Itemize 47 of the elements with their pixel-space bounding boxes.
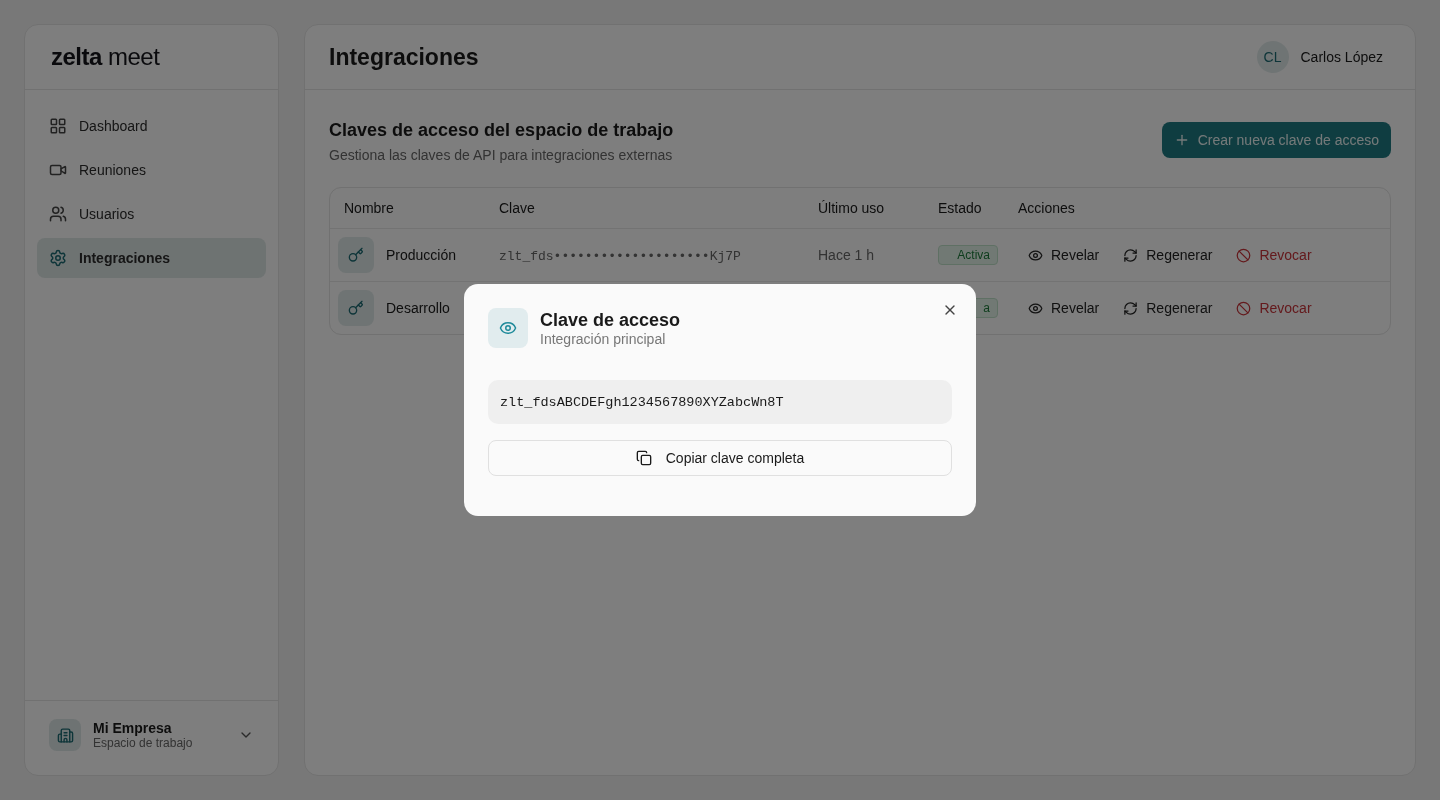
regenerate-button[interactable]: Regenerar [1123, 247, 1213, 263]
reveal-button[interactable]: Revelar [1028, 247, 1100, 263]
users-icon [49, 205, 67, 223]
masked-key: zlt_fds••••••••••••••••••••Kj7P [499, 249, 741, 264]
column-header: Último uso [818, 200, 886, 216]
create-key-button[interactable]: Crear nueva clave de acceso [1161, 122, 1391, 158]
user-avatar[interactable]: CL [1256, 41, 1289, 73]
sidebar-item[interactable]: Dashboard [37, 106, 266, 146]
column-header: Acciones [1018, 200, 1076, 216]
eye-icon [1028, 300, 1043, 316]
workspace-name: Mi Empresa [93, 720, 173, 736]
revoke-button[interactable]: Revocar [1236, 300, 1312, 316]
key-name: Desarrollo [386, 300, 450, 316]
eye-icon [488, 308, 528, 348]
key-icon [338, 290, 374, 326]
ban-icon [1236, 300, 1252, 316]
grid-icon [49, 117, 67, 135]
last-used: Hace 1 h [818, 247, 875, 263]
regenerate-button[interactable]: Regenerar [1123, 300, 1213, 316]
column-header: Clave [499, 200, 536, 216]
user-name: Carlos López [1300, 49, 1383, 65]
column-header: Nombre [344, 200, 395, 216]
sidebar-item[interactable]: Reuniones [37, 150, 266, 190]
page-title: Integraciones [329, 43, 479, 71]
key-name: Producción [386, 247, 457, 263]
workspace-subtitle: Espacio de trabajo [93, 736, 194, 750]
refresh-icon [1123, 247, 1139, 263]
sidebar-item[interactable]: Integraciones [37, 238, 266, 278]
copy-key-button[interactable]: Copiar clave completa [488, 440, 952, 476]
key-field[interactable]: zlt_fdsABCDEFgh1234567890XYZabcWn8T [488, 380, 952, 424]
dialog-subtitle: Integración principal [540, 330, 667, 347]
column-header: Estado [938, 200, 983, 216]
key-icon [338, 237, 374, 273]
refresh-icon [1123, 300, 1139, 316]
dialog-title: Clave de acceso [540, 309, 681, 331]
logo: zelta meet [51, 43, 160, 71]
eye-icon [1028, 247, 1043, 263]
building-icon [49, 719, 81, 751]
ban-icon [1236, 247, 1252, 263]
section-subtitle: Gestiona las claves de API para integraciones externas [329, 147, 674, 163]
section-title: Claves de acceso del espacio de trabajo [329, 120, 674, 141]
revoke-button[interactable]: Revocar [1236, 247, 1312, 263]
gear-icon [49, 249, 67, 267]
status-badge: Activa [938, 245, 998, 265]
reveal-button[interactable]: Revelar [1028, 300, 1100, 316]
copy-icon [635, 450, 652, 466]
sidebar-item[interactable]: Usuarios [37, 194, 266, 234]
